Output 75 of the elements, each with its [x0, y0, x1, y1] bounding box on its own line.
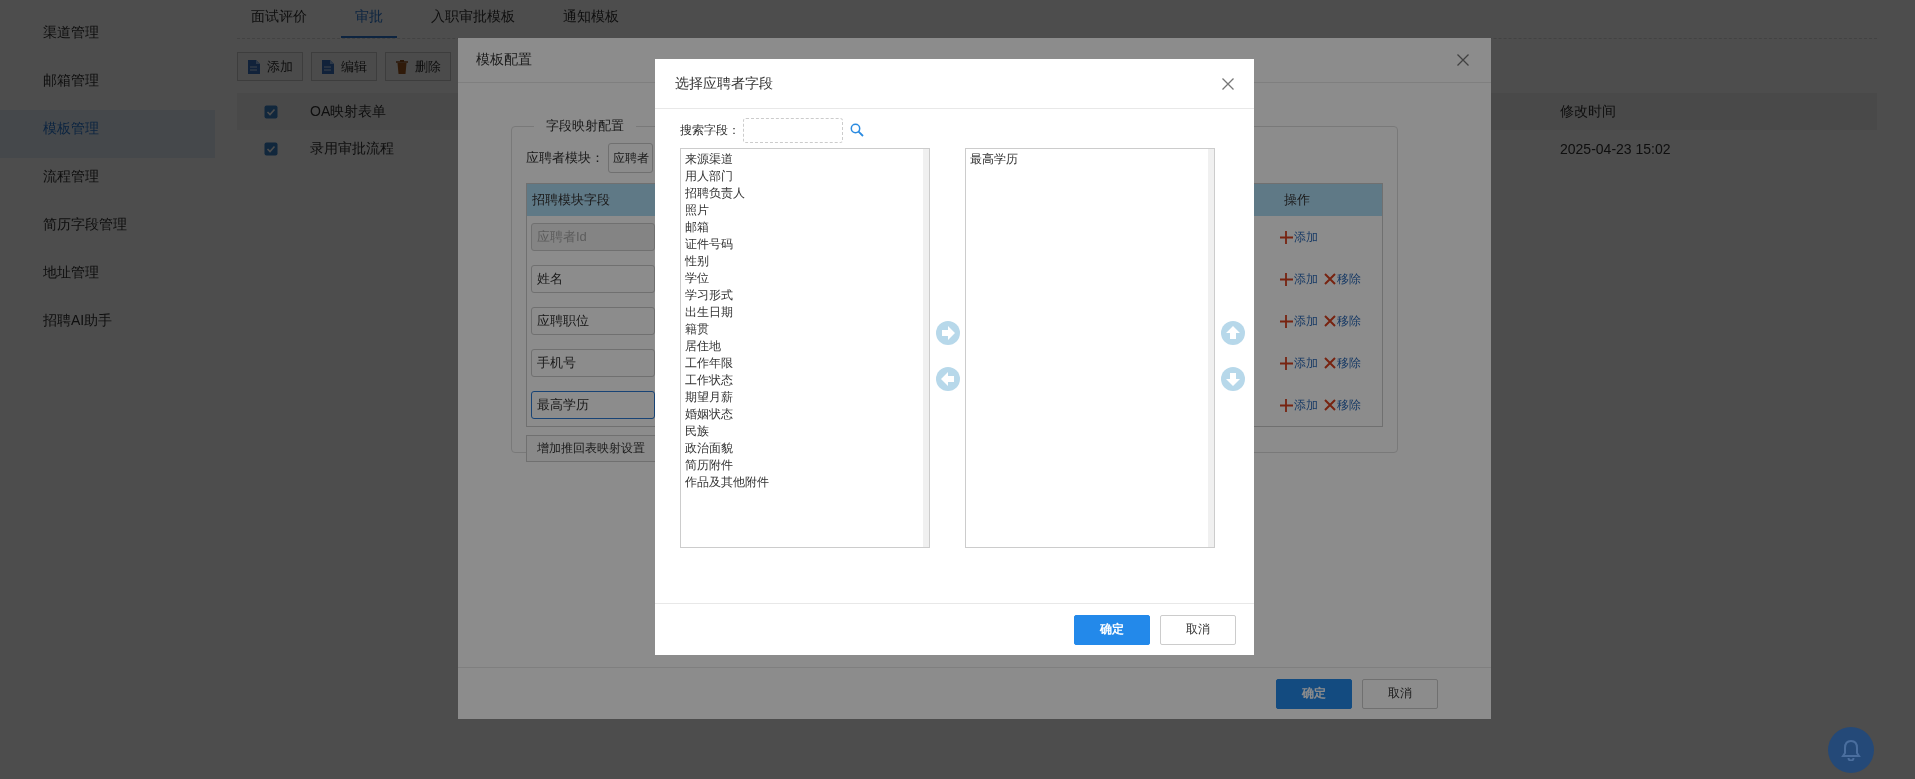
dialog-title: 模板配置 — [476, 51, 532, 69]
cancel-button[interactable]: 取消 — [1362, 678, 1438, 709]
list-item[interactable]: 证件号码 — [685, 236, 919, 253]
document-icon — [321, 58, 335, 75]
list-item[interactable]: 民族 — [685, 423, 919, 440]
table-cell: 2025-04-23 15:02 — [1560, 140, 1671, 157]
list-item[interactable]: 学位 — [685, 270, 919, 287]
cancel-button[interactable]: 取消 — [1160, 614, 1236, 645]
confirm-button[interactable]: 确定 — [1074, 614, 1150, 645]
list-item[interactable]: 作品及其他附件 — [685, 474, 919, 491]
cross-icon — [1324, 315, 1336, 327]
close-icon[interactable] — [1457, 54, 1469, 66]
select-field[interactable]: 应聘者 — [608, 143, 653, 173]
checkbox[interactable] — [264, 104, 278, 119]
dialog-title: 选择应聘者字段 — [675, 74, 773, 93]
plus-icon — [1280, 230, 1293, 244]
plus-icon — [1280, 314, 1293, 328]
list-item[interactable]: 邮箱 — [685, 219, 919, 236]
list-item[interactable]: 用人部门 — [685, 168, 919, 185]
cross-icon — [1324, 357, 1336, 369]
remove-link[interactable]: 移除 — [1324, 312, 1361, 330]
list-item[interactable]: 居住地 — [685, 338, 919, 355]
arrow-right-icon[interactable] — [935, 321, 960, 345]
list-item[interactable]: 婚姻状态 — [685, 406, 919, 423]
list-box[interactable]: 最高学历 — [965, 148, 1215, 548]
field-label: 应聘者模块： — [526, 149, 605, 167]
checkbox[interactable] — [264, 141, 278, 156]
search-icon[interactable] — [850, 123, 864, 137]
remove-link[interactable]: 移除 — [1324, 354, 1361, 372]
cross-icon — [1324, 399, 1336, 411]
bell-icon — [1841, 739, 1861, 761]
trash-icon — [395, 58, 409, 75]
list-item[interactable]: 学习形式 — [685, 287, 919, 304]
list-item[interactable]: 工作年限 — [685, 355, 919, 372]
plus-icon — [1280, 272, 1293, 286]
list-item[interactable]: 招聘负责人 — [685, 185, 919, 202]
arrow-down-icon[interactable] — [1220, 367, 1245, 391]
list-item[interactable]: 籍贯 — [685, 321, 919, 338]
remove-link[interactable]: 移除 — [1324, 396, 1361, 414]
confirm-button[interactable]: 确定 — [1276, 678, 1352, 709]
plus-icon — [1280, 356, 1293, 370]
list-item[interactable]: 出生日期 — [685, 304, 919, 321]
list-item[interactable]: 工作状态 — [685, 372, 919, 389]
column-header: 招聘模块字段 — [532, 192, 610, 207]
add-link[interactable]: 添加 — [1280, 396, 1318, 414]
table-cell: 录用审批流程 — [310, 139, 394, 156]
list-item[interactable]: 政治面貌 — [685, 440, 919, 457]
plus-icon — [1280, 398, 1293, 412]
text-field[interactable]: 手机号 — [531, 349, 655, 377]
close-icon[interactable] — [1222, 77, 1234, 90]
list-item[interactable]: 最高学历 — [970, 151, 1204, 168]
list-box[interactable]: 来源渠道 用人部门 招聘负责人 照片 邮箱 证件号码 性别 学位 学习形式 出生日期 籍贯 居住地 工作年限 工作状态 期望月薪 婚姻状态 民族 政治面貌 简历附件 作品及其他附件 — [680, 148, 930, 548]
add-link[interactable]: 添加 — [1280, 354, 1318, 372]
arrow-left-icon[interactable] — [935, 367, 960, 391]
scrollbar[interactable] — [923, 149, 929, 547]
text-field[interactable]: 应聘职位 — [531, 307, 655, 335]
list-item[interactable]: 简历附件 — [685, 457, 919, 474]
list-item[interactable]: 性别 — [685, 253, 919, 270]
text-field[interactable]: 姓名 — [531, 265, 655, 293]
add-link[interactable]: 添加 — [1280, 270, 1318, 288]
search-field[interactable] — [743, 117, 843, 143]
arrow-up-icon[interactable] — [1220, 321, 1245, 345]
list-item[interactable]: 照片 — [685, 202, 919, 219]
group-legend: 字段映射配置 — [534, 117, 636, 135]
list-item[interactable]: 期望月薪 — [685, 389, 919, 406]
remove-link[interactable]: 移除 — [1324, 270, 1361, 288]
document-icon — [247, 58, 261, 75]
column-header: 操作 — [1284, 191, 1310, 209]
scrollbar[interactable] — [1208, 149, 1214, 547]
add-mapping-button[interactable]: 增加推回表映射设置 — [526, 435, 656, 462]
search-label: 搜索字段： — [680, 121, 741, 139]
list-item[interactable]: 来源渠道 — [685, 151, 919, 168]
add-link[interactable]: 添加 — [1280, 312, 1318, 330]
cross-icon — [1324, 273, 1336, 285]
text-field[interactable]: 最高学历 — [531, 391, 655, 419]
